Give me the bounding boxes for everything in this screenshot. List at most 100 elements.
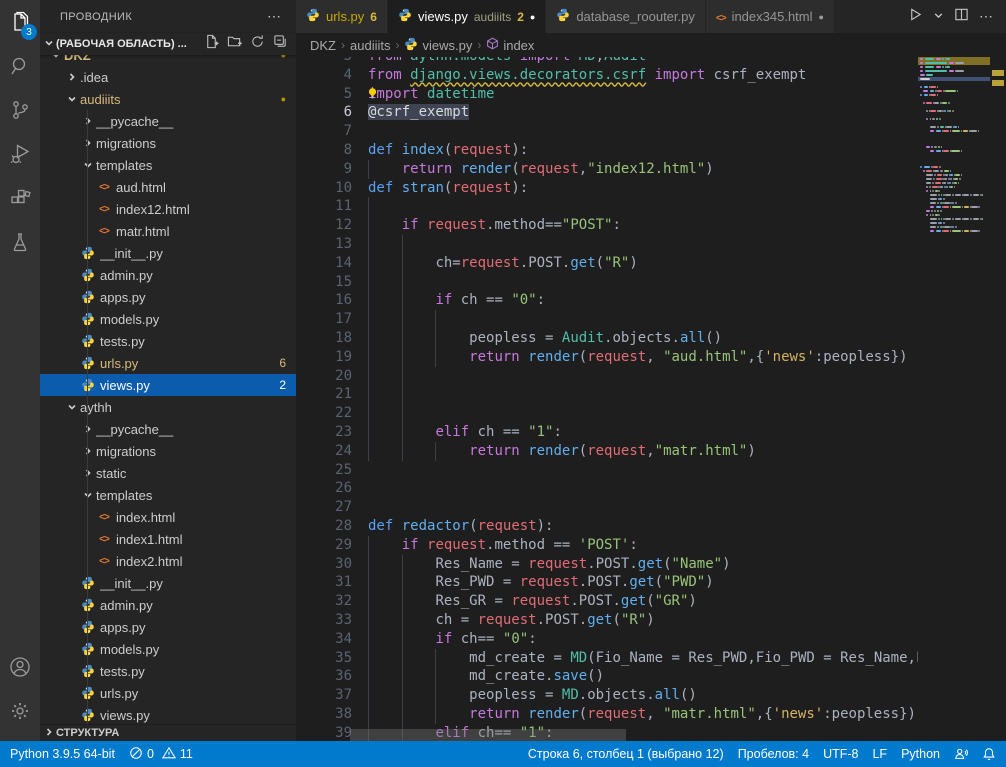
code-line-6[interactable]: 6@csrf_exempt	[296, 103, 918, 122]
tree-folder--pycache-[interactable]: __pycache__	[40, 418, 296, 440]
tree-file-tests-py[interactable]: tests.py	[40, 330, 296, 352]
account-icon[interactable]	[0, 645, 40, 689]
code-line-3[interactable]: 3from aythh.models import MD,Audit	[296, 57, 918, 66]
horizontal-scrollbar[interactable]	[350, 729, 626, 741]
feedback-icon[interactable]	[954, 747, 968, 761]
tree-folder-templates[interactable]: templates	[40, 154, 296, 176]
refresh-icon[interactable]	[250, 34, 265, 54]
tree-folder-migrations[interactable]: migrations	[40, 440, 296, 462]
tree-file-aud-html[interactable]: <>aud.html	[40, 176, 296, 198]
breadcrumb-item-audiiits[interactable]: audiiits	[350, 38, 390, 53]
code-line-22[interactable]: 22	[296, 404, 918, 423]
tree-folder-migrations[interactable]: migrations	[40, 132, 296, 154]
tree-file-admin-py[interactable]: admin.py	[40, 264, 296, 286]
breadcrumb-item-dkz[interactable]: DKZ	[310, 38, 336, 53]
code-line-35[interactable]: 35 md_create = MD(Fio_Name = Res_PWD,Fio…	[296, 649, 918, 668]
tree-file-index2-html[interactable]: <>index2.html	[40, 550, 296, 572]
code-line-13[interactable]: 13	[296, 235, 918, 254]
code-line-19[interactable]: 19 return render(request, "aud.html",{'n…	[296, 348, 918, 367]
code-line-7[interactable]: 7	[296, 122, 918, 141]
encoding[interactable]: UTF-8	[823, 747, 858, 761]
code-line-16[interactable]: 16 if ch == "0":	[296, 291, 918, 310]
tree-folder-audiiits[interactable]: audiiits●	[40, 88, 296, 110]
tree-file-views-py[interactable]: views.py	[40, 704, 296, 724]
indentation[interactable]: Пробелов: 4	[738, 747, 809, 761]
tree-folder-static[interactable]: static	[40, 462, 296, 484]
code-line-23[interactable]: 23 elif ch == "1":	[296, 423, 918, 442]
new-file-icon[interactable]	[204, 34, 219, 54]
tree-file-matr-html[interactable]: <>matr.html	[40, 220, 296, 242]
tree-file-admin-py[interactable]: admin.py	[40, 594, 296, 616]
tab-views-py[interactable]: views.pyaudiiits2●	[388, 0, 546, 33]
extensions-icon[interactable]	[0, 176, 40, 220]
code-line-10[interactable]: 10def stran(request):	[296, 179, 918, 198]
code-line-17[interactable]: 17	[296, 310, 918, 329]
tree-file-urls-py[interactable]: urls.py6	[40, 352, 296, 374]
code-line-37[interactable]: 37 peopless = MD.objects.all()	[296, 686, 918, 705]
code-line-5[interactable]: 5import datetime	[296, 85, 918, 104]
tab-database-roouter-py[interactable]: database_roouter.py	[546, 0, 706, 33]
tree-file--init-py[interactable]: __init__.py	[40, 242, 296, 264]
tree-folder-aythh[interactable]: aythh	[40, 396, 296, 418]
cursor-position[interactable]: Строка 6, столбец 1 (выбрано 12)	[528, 747, 724, 761]
code-line-4[interactable]: 4from django.views.decorators.csrf impor…	[296, 66, 918, 85]
tree-file-tests-py[interactable]: tests.py	[40, 660, 296, 682]
code-line-21[interactable]: 21	[296, 385, 918, 404]
problems-status[interactable]: 011	[129, 746, 193, 763]
tab-index345-html[interactable]: <>index345.html●	[706, 0, 835, 33]
code-line-14[interactable]: 14 ch=request.POST.get("R")	[296, 254, 918, 273]
notifications-bell-icon[interactable]	[982, 747, 996, 761]
sidebar-more-icon[interactable]: ⋯	[267, 8, 282, 25]
code-line-33[interactable]: 33 ch = request.POST.get("R")	[296, 611, 918, 630]
eol[interactable]: LF	[872, 747, 887, 761]
code-line-20[interactable]: 20	[296, 367, 918, 386]
settings-gear-icon[interactable]	[0, 689, 40, 733]
code-line-26[interactable]: 26	[296, 479, 918, 498]
split-editor-icon[interactable]	[954, 7, 969, 27]
code-line-32[interactable]: 32 Res_GR = request.POST.get("GR")	[296, 592, 918, 611]
code-line-24[interactable]: 24 return render(request,"matr.html")	[296, 442, 918, 461]
code-line-29[interactable]: 29 if request.method == 'POST':	[296, 536, 918, 555]
breadcrumb-item-index[interactable]: index	[486, 37, 534, 53]
python-interpreter-status[interactable]: Python 3.9.5 64-bit	[10, 747, 115, 761]
tree-file-models-py[interactable]: models.py	[40, 638, 296, 660]
run-icon[interactable]	[908, 7, 923, 27]
minimap[interactable]	[918, 57, 990, 741]
tree-file-apps-py[interactable]: apps.py	[40, 616, 296, 638]
code-line-27[interactable]: 27	[296, 498, 918, 517]
explorer-icon[interactable]: 3	[0, 0, 40, 44]
code-line-30[interactable]: 30 Res_Name = request.POST.get("Name")	[296, 555, 918, 574]
code-line-12[interactable]: 12 if request.method=="POST":	[296, 216, 918, 235]
tree-folder-templates[interactable]: templates	[40, 484, 296, 506]
run-debug-icon[interactable]	[0, 132, 40, 176]
tree-file-views-py[interactable]: views.py2	[40, 374, 296, 396]
outline-section-header[interactable]: СТРУКТУРА	[40, 724, 296, 741]
code-line-15[interactable]: 15	[296, 273, 918, 292]
code-line-25[interactable]: 25	[296, 461, 918, 480]
new-folder-icon[interactable]	[227, 34, 242, 54]
overview-ruler[interactable]	[990, 57, 1006, 741]
source-control-icon[interactable]	[0, 88, 40, 132]
tree-file-index-html[interactable]: <>index.html	[40, 506, 296, 528]
tree-file-models-py[interactable]: models.py	[40, 308, 296, 330]
tree-file-index12-html[interactable]: <>index12.html	[40, 198, 296, 220]
collapse-all-icon[interactable]	[273, 34, 288, 54]
more-actions-icon[interactable]: ⋯	[979, 8, 994, 25]
code-line-38[interactable]: 38 return render(request, "matr.html",{'…	[296, 705, 918, 724]
code-line-34[interactable]: 34 if ch== "0":	[296, 630, 918, 649]
tree-file-apps-py[interactable]: apps.py	[40, 286, 296, 308]
code-line-8[interactable]: 8def index(request):	[296, 141, 918, 160]
code-line-36[interactable]: 36 md_create.save()	[296, 667, 918, 686]
testing-icon[interactable]	[0, 220, 40, 264]
search-icon[interactable]	[0, 44, 40, 88]
tree-folder-dkz[interactable]: DKZ●	[40, 55, 296, 66]
workspace-section-header[interactable]: (РАБОЧАЯ ОБЛАСТЬ) ...	[40, 33, 296, 55]
code-line-31[interactable]: 31 Res_PWD = request.POST.get("PWD")	[296, 573, 918, 592]
code-line-18[interactable]: 18 peopless = Audit.objects.all()	[296, 329, 918, 348]
tree-file-urls-py[interactable]: urls.py	[40, 682, 296, 704]
lightbulb-icon[interactable]	[366, 87, 379, 106]
code-line-11[interactable]: 11	[296, 197, 918, 216]
run-dropdown-icon[interactable]	[933, 8, 944, 26]
tree-file--init-py[interactable]: __init__.py	[40, 572, 296, 594]
code-line-9[interactable]: 9 return render(request,"index12.html")	[296, 160, 918, 179]
